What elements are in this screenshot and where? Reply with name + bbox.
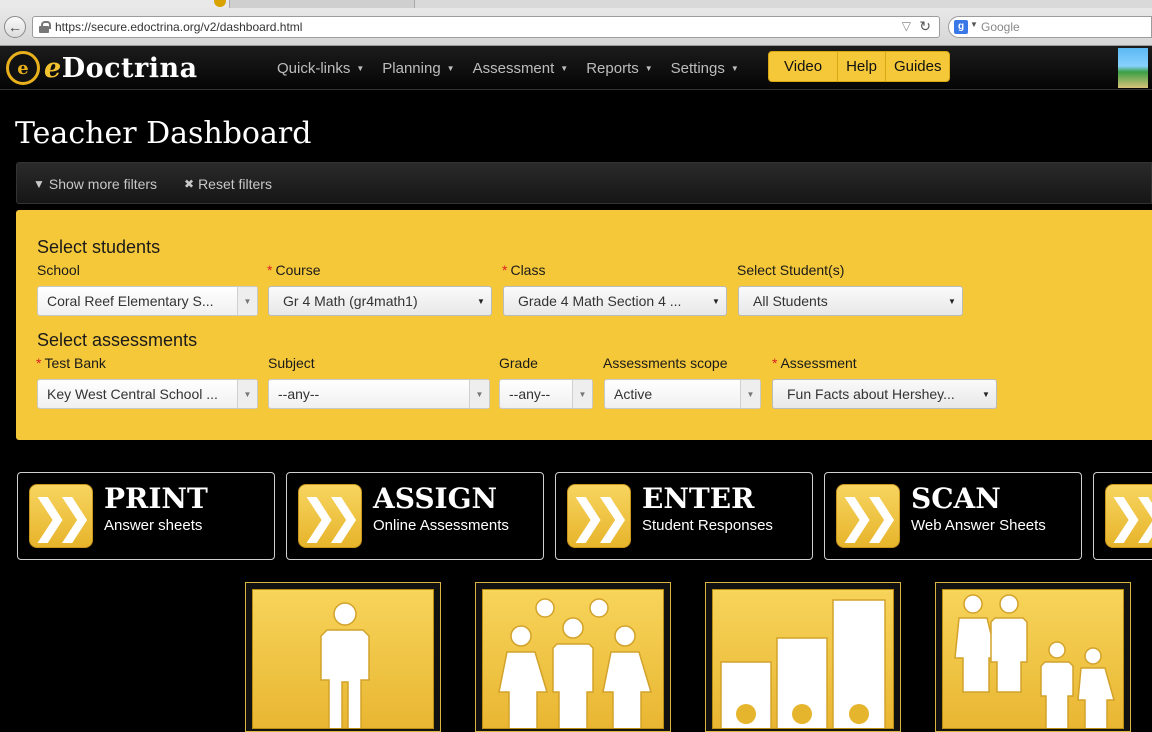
menu-settings[interactable]: Settings ▼ <box>662 46 748 90</box>
chevron-down-icon: ▼ <box>730 63 739 73</box>
action-title: PRINT <box>104 482 208 515</box>
action-subtitle: Answer sheets <box>104 517 203 534</box>
action-title: SCAN <box>911 482 1001 515</box>
chevron-down-icon: ▼ <box>560 63 569 73</box>
chevron-down-icon[interactable]: ▼ <box>970 20 978 29</box>
guides-button[interactable]: Guides <box>886 52 950 81</box>
select-assessments-heading: Select assessments <box>37 330 198 350</box>
browser-tab[interactable] <box>0 0 230 8</box>
course-select[interactable]: Gr 4 Math (gr4math1) ▼ <box>268 286 492 316</box>
chevron-down-icon: ▼ <box>446 63 455 73</box>
chevron-right-icon: ❯❯ <box>29 484 94 548</box>
chevron-right-icon: ❯❯ <box>567 484 632 548</box>
student-group-icon <box>482 589 664 729</box>
google-icon[interactable]: g <box>954 20 968 34</box>
chevron-down-icon: ▼ <box>740 380 760 408</box>
more-action-button[interactable]: ❯❯ <box>1093 472 1152 560</box>
back-arrow-icon[interactable]: ← <box>4 16 26 38</box>
school-select[interactable]: Coral Reef Elementary S... ▼ <box>37 286 258 316</box>
assessments-scope-select[interactable]: Active ▼ <box>604 379 761 409</box>
help-button[interactable]: Help <box>838 52 886 81</box>
test-bank-select[interactable]: Key West Central School ... ▼ <box>37 379 258 409</box>
video-button[interactable]: Video <box>769 52 839 81</box>
subject-select[interactable]: --any-- ▼ <box>268 379 490 409</box>
tab-favicon-icon <box>214 0 226 7</box>
chevron-down-icon: ▼ <box>948 296 956 306</box>
chevron-down-icon: ▼ <box>712 296 720 306</box>
search-placeholder: Google <box>981 20 1020 34</box>
select-students-label: Select Student(s) <box>737 262 845 278</box>
chevron-down-icon: ▼ <box>477 296 485 306</box>
help-button-group: Video Help Guides <box>768 51 951 82</box>
assessment-label: * Assessment <box>772 355 857 371</box>
reload-icon[interactable]: ↻ <box>919 18 931 35</box>
test-bank-label: * Test Bank <box>36 355 106 371</box>
chevron-down-icon: ▼ <box>982 389 990 399</box>
filter-toolbar: ▼ Show more filters ✖ Reset filters <box>16 162 1152 204</box>
app-navbar: e eDoctrina Quick-links ▼ Planning ▼ Asses… <box>0 46 1152 90</box>
school-label: School <box>37 262 80 278</box>
chevron-right-icon: ❯❯ <box>298 484 363 548</box>
menu-reports[interactable]: Reports ▼ <box>577 46 661 90</box>
scan-web-answer-sheets-button[interactable]: ❯❯ SCAN Web Answer Sheets <box>824 472 1082 560</box>
students-select[interactable]: All Students ▼ <box>738 286 963 316</box>
chevron-right-icon: ❯❯ <box>1105 484 1152 548</box>
chevron-right-icon: ❯❯ <box>836 484 901 548</box>
chevron-down-icon: ▼ <box>356 63 365 73</box>
show-more-filters-button[interactable]: ▼ Show more filters <box>33 176 157 192</box>
action-subtitle: Online Assessments <box>373 517 509 534</box>
lock-icon <box>39 21 51 33</box>
browser-tab[interactable] <box>414 0 1152 8</box>
chevron-down-icon: ▼ <box>469 380 489 408</box>
menu-assessment[interactable]: Assessment ▼ <box>464 46 578 90</box>
ranking-podium-icon <box>712 589 894 729</box>
bookmark-star-icon[interactable]: ▽ <box>902 19 911 33</box>
grade-label: Grade <box>499 355 538 371</box>
action-subtitle: Web Answer Sheets <box>911 517 1046 534</box>
chevron-down-icon: ▼ <box>237 380 257 408</box>
url-text: https://secure.edoctrina.org/v2/dashboar… <box>55 20 303 34</box>
action-subtitle: Student Responses <box>642 517 773 534</box>
reset-filters-button[interactable]: ✖ Reset filters <box>184 176 272 192</box>
ranking-podium-tile[interactable] <box>705 582 901 732</box>
subject-label: Subject <box>268 355 315 371</box>
student-group-tile[interactable] <box>475 582 671 732</box>
enter-student-responses-button[interactable]: ❯❯ ENTER Student Responses <box>555 472 813 560</box>
family-icon <box>942 589 1124 729</box>
print-answer-sheets-button[interactable]: ❯❯ PRINT Answer sheets <box>17 472 275 560</box>
brand-name: eDoctrina <box>44 52 198 84</box>
page-title: Teacher Dashboard <box>15 116 312 151</box>
assessment-select[interactable]: Fun Facts about Hershey... ▼ <box>772 379 997 409</box>
select-students-heading: Select students <box>37 237 161 257</box>
filter-panel: Select students School Coral Reef Elemen… <box>16 210 1152 440</box>
course-label: * Course <box>267 262 321 278</box>
assessments-scope-label: Assessments scope <box>603 355 728 371</box>
grade-select[interactable]: --any-- ▼ <box>499 379 593 409</box>
browser-search-box[interactable]: g ▼ Google <box>948 16 1152 38</box>
brand-logo[interactable]: e eDoctrina <box>6 50 198 86</box>
browser-chrome: ← https://secure.edoctrina.org/v2/dashbo… <box>0 0 1152 46</box>
action-title: ENTER <box>642 482 755 515</box>
family-tile[interactable] <box>935 582 1131 732</box>
chevron-down-icon: ▼ <box>572 380 592 408</box>
filter-icon: ▼ <box>33 177 45 191</box>
class-select[interactable]: Grade 4 Math Section 4 ... ▼ <box>503 286 727 316</box>
address-bar[interactable]: https://secure.edoctrina.org/v2/dashboar… <box>32 16 940 38</box>
menu-quick-links[interactable]: Quick-links ▼ <box>268 46 373 90</box>
chevron-down-icon: ▼ <box>237 287 257 315</box>
main-menu: Quick-links ▼ Planning ▼ Assessment ▼ Repor… <box>268 46 748 90</box>
menu-planning[interactable]: Planning ▼ <box>373 46 463 90</box>
assign-online-assessments-button[interactable]: ❯❯ ASSIGN Online Assessments <box>286 472 544 560</box>
single-student-tile[interactable] <box>245 582 441 732</box>
class-label: * Class <box>502 262 546 278</box>
action-title: ASSIGN <box>373 482 498 515</box>
user-avatar[interactable] <box>1118 48 1148 88</box>
chevron-down-icon: ▼ <box>644 63 653 73</box>
single-student-icon <box>252 589 434 729</box>
close-icon: ✖ <box>184 177 195 191</box>
edoctrina-logo-icon: e <box>6 51 40 85</box>
